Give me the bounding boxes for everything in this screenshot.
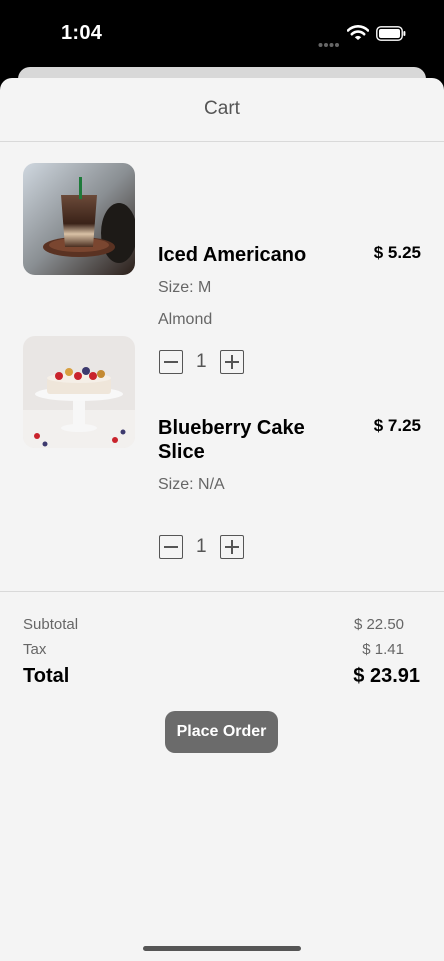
subtotal-label: Subtotal [23, 616, 79, 633]
total-value: $ 23.91 [353, 665, 420, 687]
battery-icon [376, 26, 406, 46]
status-bar: 1:04 [0, 0, 444, 66]
item-option: Almond [158, 311, 213, 328]
item-price: $ 5.25 [373, 243, 421, 262]
page-title: Cart [204, 98, 240, 119]
increase-quantity-button[interactable] [220, 350, 244, 374]
home-indicator[interactable] [143, 946, 301, 951]
decrease-quantity-button[interactable] [159, 535, 183, 559]
quantity-value: 1 [196, 351, 207, 372]
place-order-button[interactable]: Place Order [165, 711, 278, 753]
item-name: Blueberry Cake Slice [158, 417, 305, 463]
total-label: Total [23, 665, 70, 687]
status-time: 1:04 [61, 22, 103, 44]
wifi-icon [346, 25, 370, 46]
cake-photo-icon [23, 336, 135, 448]
quantity-stepper: 1 [158, 350, 258, 376]
subtotal-value: $ 22.50 [353, 616, 404, 633]
cellular-signal-icon [318, 35, 340, 53]
increase-quantity-button[interactable] [220, 535, 244, 559]
quantity-stepper: 1 [158, 535, 258, 561]
iced-coffee-photo-icon [23, 163, 135, 275]
item-size: Size: M [158, 279, 212, 296]
quantity-value: 1 [196, 536, 207, 557]
sheet-header: Cart [0, 78, 444, 142]
cart-sheet: Cart Iced Americano $ 5.25 Size: M Almon… [0, 78, 444, 961]
item-size: Size: N/A [158, 476, 225, 493]
item-name: Iced Americano [158, 244, 307, 266]
tax-value: $ 1.41 [362, 641, 404, 658]
summary-divider [0, 591, 444, 592]
tax-label: Tax [23, 641, 47, 658]
item-price: $ 7.25 [373, 416, 421, 435]
decrease-quantity-button[interactable] [159, 350, 183, 374]
